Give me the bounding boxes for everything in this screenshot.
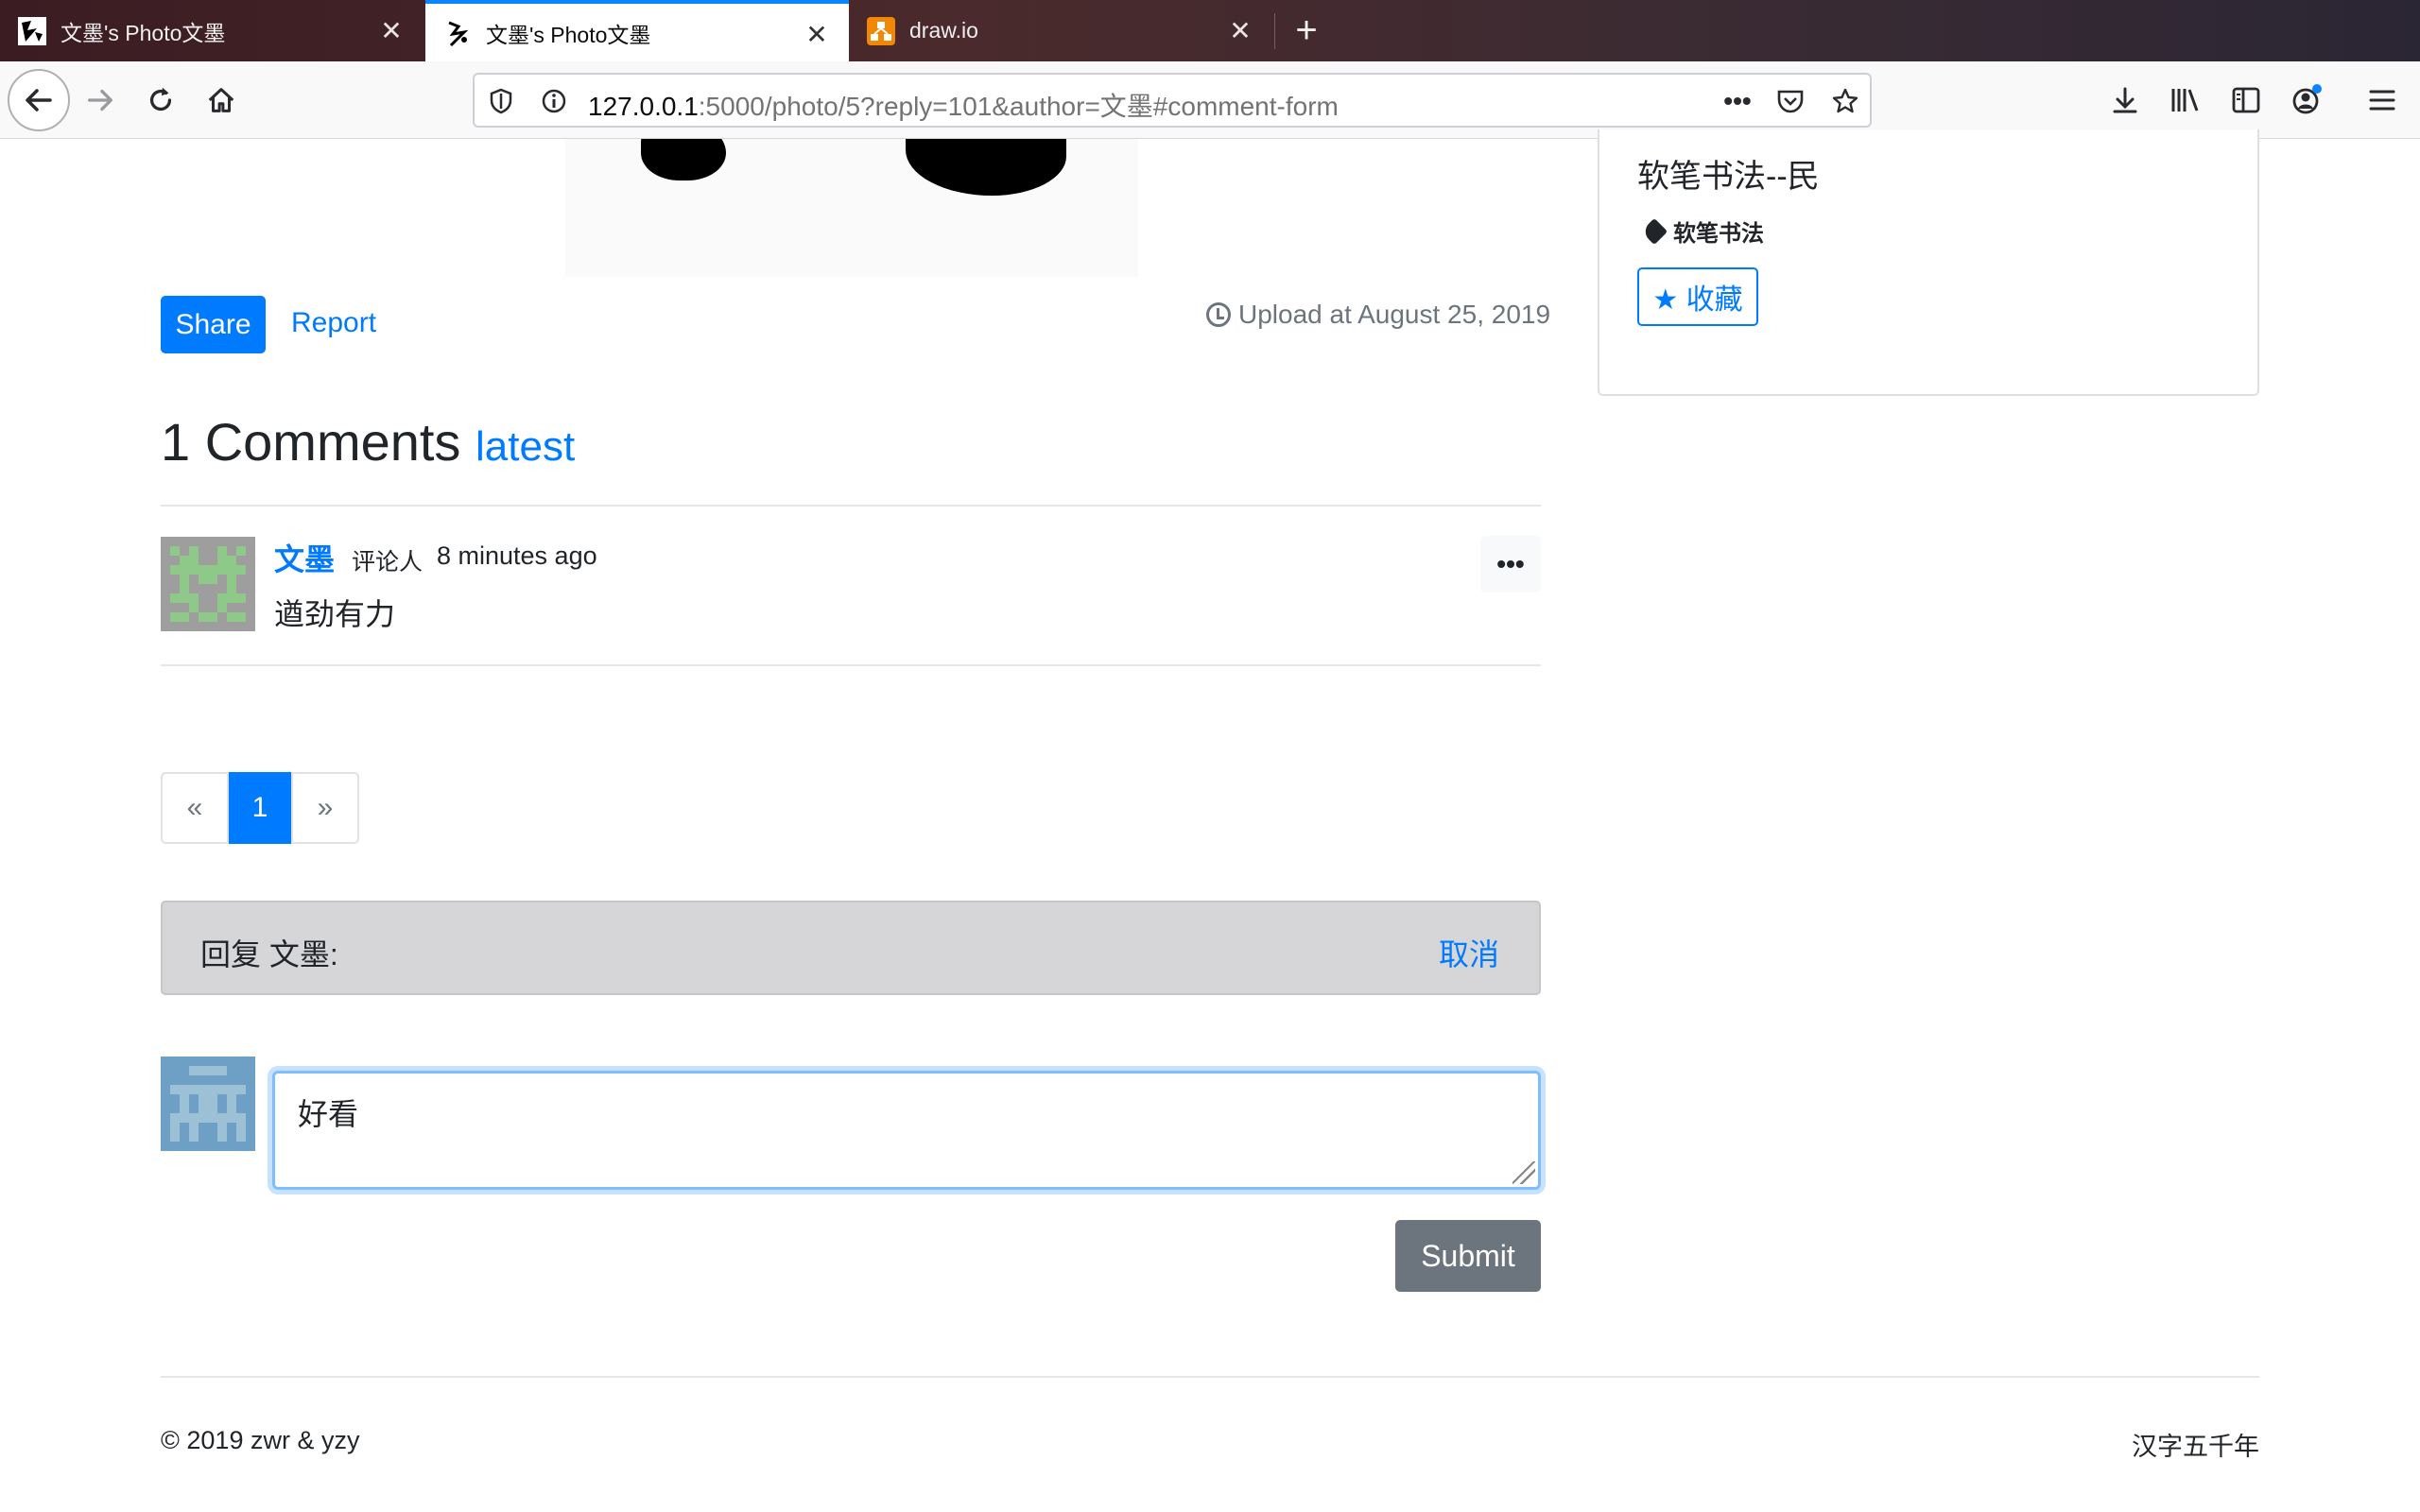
account-icon[interactable]	[2284, 77, 2329, 123]
close-tab-icon[interactable]: ✕	[1225, 15, 1255, 45]
page-actions-icon[interactable]: •••	[1720, 84, 1754, 118]
close-tab-icon[interactable]: ✕	[802, 19, 832, 49]
tab-title: 文墨's Photo文墨	[60, 20, 226, 45]
upload-date: Upload at August 25, 2019	[1206, 300, 1550, 330]
upload-date-text: Upload at August 25, 2019	[1238, 300, 1551, 329]
divider	[161, 664, 1541, 666]
reply-label: 回复 文墨:	[200, 937, 338, 971]
divider	[161, 505, 1541, 507]
home-icon[interactable]	[199, 77, 244, 123]
tab-title: 文墨's Photo文墨	[486, 22, 651, 47]
comment-author[interactable]: 文墨	[274, 536, 335, 579]
resize-handle-icon[interactable]	[1512, 1161, 1535, 1184]
tab-separator	[1274, 13, 1275, 49]
shield-icon[interactable]	[484, 84, 518, 118]
sort-latest-link[interactable]: latest	[475, 423, 575, 470]
footer-copyright: © 2019 zwr & yzy	[161, 1426, 360, 1454]
footer-tagline: 汉字五千年	[2132, 1433, 2259, 1461]
tab-title: draw.io	[909, 18, 978, 43]
pagination-prev[interactable]: «	[161, 772, 229, 844]
comment-textarea[interactable]: 好看	[272, 1071, 1541, 1190]
submit-button[interactable]: Submit	[1395, 1220, 1541, 1292]
new-tab-icon[interactable]: +	[1286, 9, 1327, 51]
more-options-button[interactable]: •••	[1480, 536, 1541, 593]
tab-photo-2[interactable]: 文墨's Photo文墨 ✕	[425, 0, 849, 61]
url-bar[interactable]: 127.0.0.1:5000/photo/5?reply=101&author=…	[473, 73, 1872, 128]
url-text[interactable]: 127.0.0.1:5000/photo/5?reply=101&author=…	[588, 86, 1339, 124]
photo-info-card: 软笔书法--民 软笔书法 ★ 收藏	[1598, 129, 2259, 396]
footer-divider	[161, 1376, 2259, 1378]
close-tab-icon[interactable]: ✕	[376, 15, 406, 45]
collect-button[interactable]: ★ 收藏	[1637, 267, 1758, 326]
comments-count: 1 Comments	[161, 412, 461, 472]
photo-ink-stroke	[641, 139, 726, 180]
comment-role-badge: 评论人	[352, 549, 424, 576]
calligraphy-favicon-icon	[442, 18, 473, 48]
forward-arrow-icon[interactable]	[78, 77, 123, 123]
tab-drawio[interactable]: draw.io ✕	[849, 0, 1272, 61]
photo-description: 软笔书法--民	[1637, 159, 1820, 195]
sidebar-toggle-icon[interactable]	[2223, 77, 2269, 123]
current-user-avatar[interactable]	[161, 1057, 255, 1151]
downloads-icon[interactable]	[2102, 77, 2148, 123]
reload-icon[interactable]	[138, 77, 183, 123]
avatar[interactable]	[161, 537, 255, 631]
comment-body: 遒劲有力	[274, 597, 396, 631]
pagination-page-current[interactable]: 1	[229, 772, 291, 844]
url-path: :5000/photo/5?reply=101&author=文墨#commen…	[698, 92, 1339, 121]
info-icon[interactable]	[537, 84, 571, 118]
photo-ink-stroke	[906, 139, 1066, 196]
photo-image[interactable]	[565, 139, 1138, 277]
report-link[interactable]: Report	[291, 307, 376, 339]
comments-heading: 1 Comments latest	[161, 411, 575, 472]
url-host: 127.0.0.1	[588, 92, 699, 121]
pagination: « 1 »	[161, 772, 359, 844]
share-button[interactable]: Share	[161, 296, 266, 353]
navigation-toolbar: 127.0.0.1:5000/photo/5?reply=101&author=…	[0, 61, 2420, 139]
page-content: Share Report Upload at August 25, 2019 1…	[0, 129, 2420, 1512]
tag-label: 软笔书法	[1673, 221, 1764, 247]
reply-notice: 回复 文墨: 取消	[161, 901, 1541, 995]
menu-hamburger-icon[interactable]	[2360, 77, 2405, 123]
cancel-reply-link[interactable]: 取消	[1439, 931, 1499, 974]
tab-photo-1[interactable]: 文墨's Photo文墨 ✕	[0, 0, 424, 61]
tab-bar: 文墨's Photo文墨 ✕ 文墨's Photo文墨 ✕ draw.io ✕ …	[0, 0, 2420, 61]
comment-time: 8 minutes ago	[437, 541, 597, 570]
pagination-next[interactable]: »	[291, 772, 359, 844]
tag-icon	[1640, 217, 1668, 245]
back-arrow-icon[interactable]	[8, 69, 70, 131]
pocket-icon[interactable]	[1773, 84, 1807, 118]
calligraphy-favicon-icon	[17, 16, 47, 46]
drawio-favicon-icon	[866, 16, 896, 46]
bookmark-star-icon[interactable]	[1828, 84, 1862, 118]
library-icon[interactable]	[2163, 77, 2208, 123]
photo-tag[interactable]: 软笔书法	[1640, 215, 1764, 248]
clock-icon	[1206, 302, 1231, 327]
